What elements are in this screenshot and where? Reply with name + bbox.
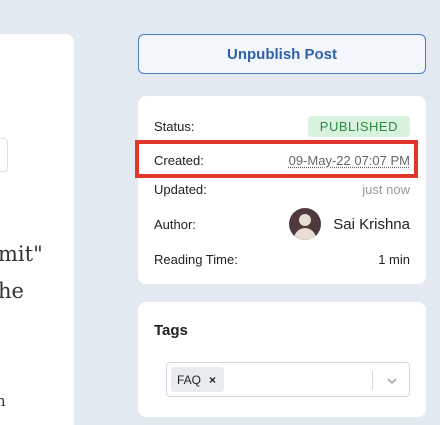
editor-text-line: he bbox=[0, 279, 24, 303]
author-name: Sai Krishna bbox=[333, 215, 410, 233]
tag-chip: FAQ × bbox=[171, 367, 225, 392]
close-icon[interactable]: × bbox=[209, 373, 216, 387]
author-row: Author: Sai Krishna bbox=[154, 206, 410, 242]
author-label: Author: bbox=[154, 216, 196, 232]
chevron-down-icon[interactable] bbox=[387, 376, 397, 386]
post-meta-card: Status: PUBLISHED Created: 09-May-22 07:… bbox=[138, 96, 426, 284]
editor-panel: mit" he n bbox=[0, 34, 74, 425]
tag-chip-label: FAQ bbox=[177, 372, 202, 387]
updated-value: just now bbox=[362, 181, 410, 197]
status-label: Status: bbox=[154, 118, 195, 134]
created-row: Created: 09-May-22 07:07 PM bbox=[154, 148, 410, 172]
created-date[interactable]: 09-May-22 07:07 PM bbox=[289, 153, 410, 168]
tags-select[interactable]: FAQ × bbox=[166, 362, 410, 397]
updated-label: Updated: bbox=[154, 181, 207, 197]
reading-time-value: 1 min bbox=[378, 251, 410, 267]
status-badge: PUBLISHED bbox=[307, 115, 410, 137]
created-label: Created: bbox=[154, 152, 204, 168]
select-separator bbox=[372, 371, 373, 390]
editor-input-field[interactable] bbox=[0, 138, 8, 172]
status-row: Status: PUBLISHED bbox=[154, 114, 410, 138]
unpublish-post-button[interactable]: Unpublish Post bbox=[138, 34, 426, 74]
editor-text-line: mit" bbox=[0, 242, 43, 266]
tags-card: Tags FAQ × bbox=[138, 302, 426, 417]
reading-time-row: Reading Time: 1 min bbox=[154, 248, 410, 270]
user-avatar-icon bbox=[289, 208, 322, 240]
editor-text-line: n bbox=[0, 392, 6, 410]
updated-row: Updated: just now bbox=[154, 179, 410, 199]
reading-time-label: Reading Time: bbox=[154, 251, 238, 267]
tags-title: Tags bbox=[154, 322, 188, 339]
author-info[interactable]: Sai Krishna bbox=[289, 208, 410, 240]
